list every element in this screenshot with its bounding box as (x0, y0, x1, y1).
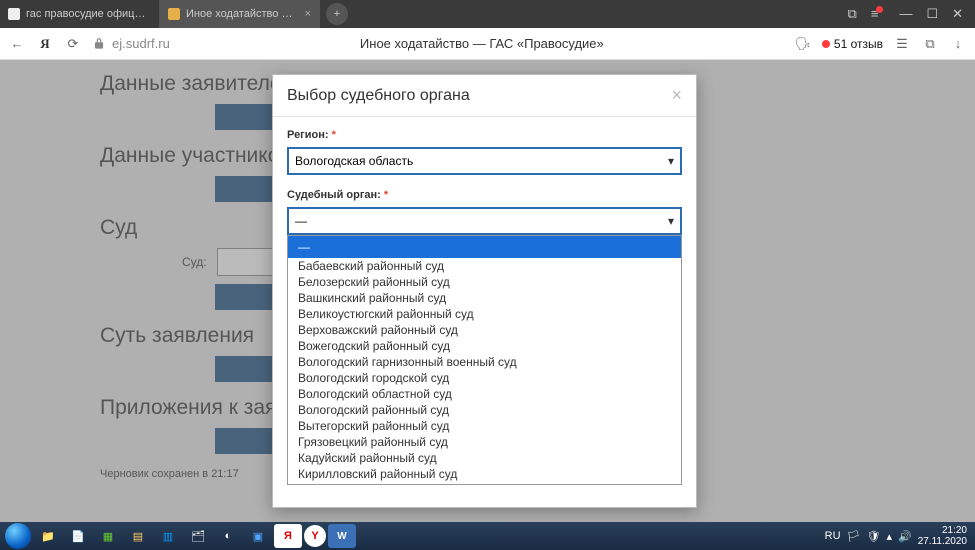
court-option[interactable]: Кичменгско-Городецкий районный суд (288, 482, 681, 485)
page-content: Данные заявителей ? Д Данные участников … (0, 60, 975, 522)
court-option[interactable]: Вытегорский районный суд (288, 418, 681, 434)
court-option[interactable]: Вологодский районный суд (288, 402, 681, 418)
court-select-modal: Выбор судебного органа × Регион: * Волог… (272, 74, 697, 508)
yandex-browser-icon[interactable]: Y (304, 525, 326, 547)
tray-clock[interactable]: 21:20 27.11.2020 (918, 525, 967, 547)
folder-open-icon[interactable]: 🗂 (184, 524, 212, 548)
page-title: Иное ходатайство — ГАС «Правосудие» (180, 36, 784, 51)
menu-icon[interactable]: ≡ (871, 6, 886, 22)
tab-title: Иное ходатайство — ГА (186, 8, 299, 20)
yandex-home-button[interactable]: Я (36, 35, 54, 53)
court-option[interactable]: — (288, 236, 681, 258)
maximize-icon[interactable]: ☐ (926, 6, 938, 22)
court-option[interactable]: Кирилловский районный суд (288, 466, 681, 482)
court-option[interactable]: Верховажский районный суд (288, 322, 681, 338)
court-option[interactable]: Бабаевский районный суд (288, 258, 681, 274)
tray-lang[interactable]: RU (825, 530, 841, 542)
browser-titlebar: гас правосудие официаль Иное ходатайство… (0, 0, 975, 28)
modal-title: Выбор судебного органа (287, 87, 470, 105)
translate-icon[interactable]: 🗣 (794, 35, 812, 53)
extensions-icon[interactable]: ⧉ (921, 35, 939, 53)
chrome-icon[interactable]: ◐ (214, 524, 242, 548)
tray-flag-icon[interactable]: 🏳 (847, 530, 861, 543)
court-value: — (295, 214, 307, 228)
favicon-icon (8, 8, 20, 20)
copy-icon[interactable]: ⧉ (848, 6, 857, 22)
court-label: Судебный орган: * (287, 189, 682, 201)
address-bar: ← Я ⟳ ej.sudrf.ru Иное ходатайство — ГАС… (0, 28, 975, 60)
court-option[interactable]: Кадуйский районный суд (288, 450, 681, 466)
calc-icon[interactable]: ▤ (124, 524, 152, 548)
yandex-icon[interactable]: Я (274, 524, 302, 548)
court-option[interactable]: Белозерский районный суд (288, 274, 681, 290)
court-dropdown-list[interactable]: —Бабаевский районный судБелозерский райо… (287, 235, 682, 485)
word-icon[interactable]: W (328, 524, 356, 548)
favicon-icon (168, 8, 180, 20)
modal-close-icon[interactable]: × (671, 85, 682, 106)
excel-icon[interactable]: ▦ (94, 524, 122, 548)
reviews-badge[interactable]: 51 отзыв (822, 37, 883, 51)
url-field[interactable]: ej.sudrf.ru (92, 36, 170, 51)
app1-icon[interactable]: ▥ (154, 524, 182, 548)
court-option[interactable]: Вологодский гарнизонный военный суд (288, 354, 681, 370)
region-value: Вологодская область (295, 154, 413, 168)
lock-icon (92, 37, 106, 51)
tab-background[interactable]: гас правосудие официаль (0, 0, 160, 28)
court-option[interactable]: Великоустюгский районный суд (288, 306, 681, 322)
window-controls: ⧉ ≡ — ☐ ✕ (836, 6, 975, 22)
chevron-down-icon: ▾ (668, 154, 674, 168)
chevron-down-icon: ▾ (668, 214, 674, 228)
minimize-icon[interactable]: — (899, 6, 912, 22)
tray-up-icon[interactable]: ▴ (886, 530, 892, 543)
back-button[interactable]: ← (8, 35, 26, 53)
court-option[interactable]: Вологодский городской суд (288, 370, 681, 386)
tab-title: гас правосудие официаль (26, 8, 151, 20)
region-select[interactable]: Вологодская область ▾ (287, 147, 682, 175)
start-button[interactable] (4, 524, 32, 548)
region-label: Регион: * (287, 129, 682, 141)
tab-active[interactable]: Иное ходатайство — ГА × (160, 0, 320, 28)
download-icon[interactable]: ↓ (949, 35, 967, 53)
court-option[interactable]: Вашкинский районный суд (288, 290, 681, 306)
close-icon[interactable]: × (305, 8, 311, 20)
tray-sound-icon[interactable]: 🔊 (898, 530, 912, 543)
bookmark-icon[interactable]: ☰ (893, 35, 911, 53)
libre-icon[interactable]: 📄 (64, 524, 92, 548)
court-option[interactable]: Вологодский областной суд (288, 386, 681, 402)
system-tray: RU 🏳 🛡 ▴ 🔊 21:20 27.11.2020 (825, 525, 971, 547)
new-tab-button[interactable]: + (326, 3, 348, 25)
close-window-icon[interactable]: ✕ (952, 6, 963, 22)
taskbar: 📁 📄 ▦ ▤ ▥ 🗂 ◐ ▣ Я Y W RU 🏳 🛡 ▴ 🔊 21:20 2… (0, 522, 975, 550)
url-text: ej.sudrf.ru (112, 36, 170, 51)
explorer-icon[interactable]: 📁 (34, 524, 62, 548)
court-option[interactable]: Грязовецкий районный суд (288, 434, 681, 450)
court-option[interactable]: Вожегодский районный суд (288, 338, 681, 354)
tray-shield-icon[interactable]: 🛡 (866, 530, 880, 543)
reload-button[interactable]: ⟳ (64, 35, 82, 53)
court-select[interactable]: — ▾ (287, 207, 682, 235)
zoom-icon[interactable]: ▣ (244, 524, 272, 548)
